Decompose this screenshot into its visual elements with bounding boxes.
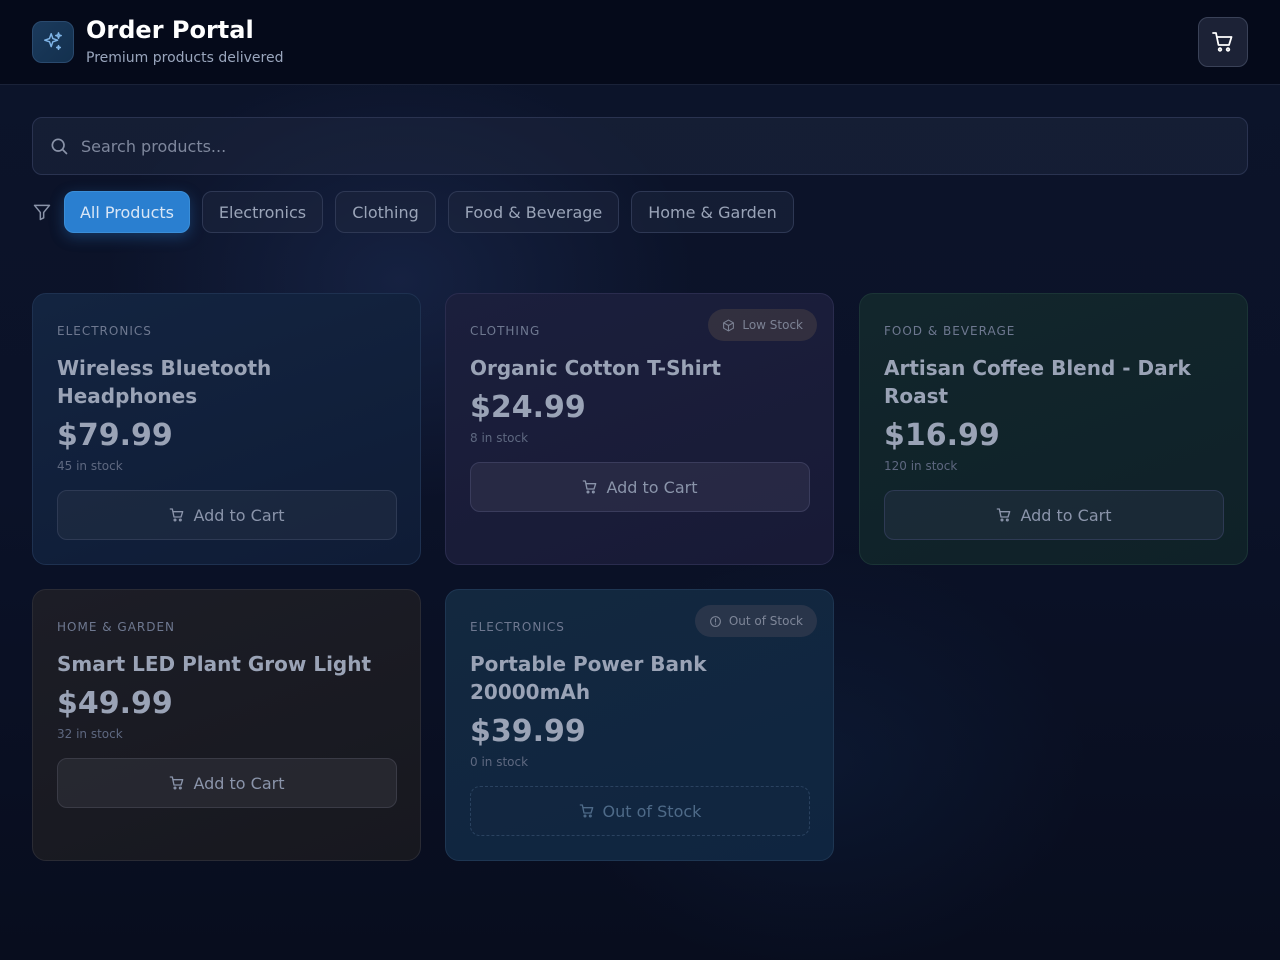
product-card: HOME & GARDEN Smart LED Plant Grow Light… bbox=[32, 589, 421, 861]
product-name: Artisan Coffee Blend - Dark Roast bbox=[884, 356, 1191, 408]
badge-label: Low Stock bbox=[742, 318, 803, 332]
out-of-stock-label: Out of Stock bbox=[602, 801, 702, 821]
low-stock-badge: Low Stock bbox=[708, 309, 817, 341]
product-category: ELECTRONICS bbox=[470, 620, 565, 634]
search-icon bbox=[51, 138, 68, 155]
app-subtitle: Premium products delivered bbox=[86, 50, 284, 66]
product-category: FOOD & BEVERAGE bbox=[884, 324, 1016, 338]
product-stock: 45 in stock bbox=[57, 459, 123, 473]
product-category: ELECTRONICS bbox=[57, 324, 152, 338]
product-stock: 120 in stock bbox=[884, 459, 958, 473]
filter-icon bbox=[33, 204, 51, 221]
cart-icon bbox=[170, 776, 184, 790]
product-category: CLOTHING bbox=[470, 324, 541, 338]
add-to-cart-label: Add to Cart bbox=[1020, 505, 1112, 525]
filter-chip-electronics[interactable]: Electronics bbox=[202, 191, 323, 233]
product-name: Smart LED Plant Grow Light bbox=[57, 652, 372, 676]
add-to-cart-label: Add to Cart bbox=[193, 773, 285, 793]
add-to-cart-button[interactable]: Add to Cart bbox=[884, 490, 1224, 540]
package-icon bbox=[723, 319, 735, 331]
cart-icon bbox=[579, 804, 593, 818]
product-name: Portable Power Bank 20000mAh bbox=[470, 652, 707, 704]
shopping-cart-icon bbox=[1212, 32, 1233, 52]
product-category: HOME & GARDEN bbox=[57, 620, 176, 634]
add-to-cart-button[interactable]: Add to Cart bbox=[57, 490, 397, 540]
search-input[interactable] bbox=[81, 118, 1231, 174]
cart-icon bbox=[997, 508, 1011, 522]
product-price: $24.99 bbox=[470, 390, 586, 425]
product-stock: 8 in stock bbox=[470, 431, 529, 445]
product-price: $79.99 bbox=[57, 418, 173, 453]
sparkles-icon bbox=[32, 21, 74, 63]
search-bar bbox=[32, 117, 1248, 175]
badge-label: Out of Stock bbox=[728, 614, 803, 628]
filter-chip-food-beverage[interactable]: Food & Beverage bbox=[448, 191, 619, 233]
product-price: $39.99 bbox=[470, 714, 586, 749]
product-name: Organic Cotton T-Shirt bbox=[470, 356, 721, 380]
product-price: $49.99 bbox=[57, 686, 173, 721]
product-card: ELECTRONICS Wireless Bluetooth Headphone… bbox=[32, 293, 421, 565]
filter-chip-all-products[interactable]: All Products bbox=[64, 191, 190, 233]
product-stock: 32 in stock bbox=[57, 727, 123, 741]
app-header: Order Portal Premium products delivered bbox=[0, 0, 1280, 85]
app-title: Order Portal bbox=[86, 16, 254, 44]
add-to-cart-label: Add to Cart bbox=[606, 477, 698, 497]
product-card: Out of Stock ELECTRONICS Portable Power … bbox=[445, 589, 834, 861]
product-name: Wireless Bluetooth Headphones bbox=[57, 356, 272, 408]
out-of-stock-badge: Out of Stock bbox=[694, 605, 817, 637]
alert-circle-icon bbox=[709, 615, 721, 627]
add-to-cart-button[interactable]: Add to Cart bbox=[470, 462, 810, 512]
product-price: $16.99 bbox=[884, 418, 1000, 453]
filter-chip-clothing[interactable]: Clothing bbox=[335, 191, 436, 233]
product-card: FOOD & BEVERAGE Artisan Coffee Blend - D… bbox=[859, 293, 1248, 565]
product-stock: 0 in stock bbox=[470, 755, 529, 769]
cart-icon bbox=[170, 508, 184, 522]
filter-chip-home-garden[interactable]: Home & Garden bbox=[631, 191, 794, 233]
add-to-cart-label: Add to Cart bbox=[193, 505, 285, 525]
product-card: Low Stock CLOTHING Organic Cotton T-Shir… bbox=[445, 293, 834, 565]
cart-icon bbox=[583, 480, 597, 494]
out-of-stock-button: Out of Stock bbox=[470, 786, 810, 836]
add-to-cart-button[interactable]: Add to Cart bbox=[57, 758, 397, 808]
cart-button[interactable] bbox=[1198, 17, 1248, 67]
